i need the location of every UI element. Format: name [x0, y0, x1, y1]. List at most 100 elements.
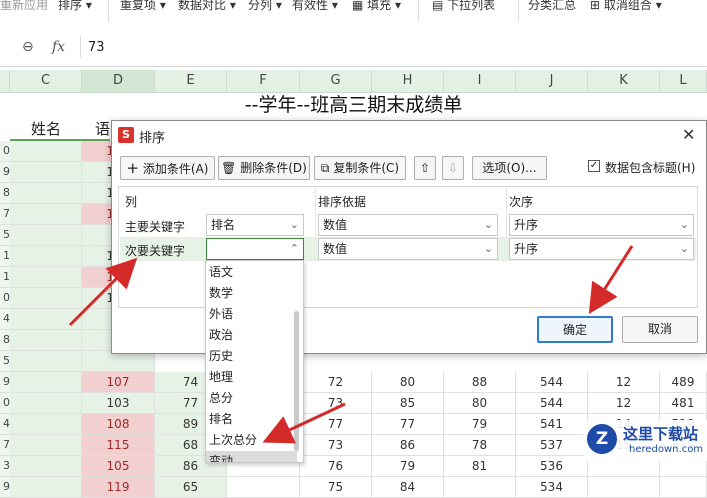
- row-number[interactable]: 4: [0, 414, 10, 435]
- name-cell[interactable]: [10, 204, 82, 225]
- score-cell[interactable]: 536: [516, 456, 588, 477]
- dropdown-option[interactable]: 外语: [206, 304, 297, 325]
- chinese-score-cell[interactable]: [82, 351, 155, 372]
- score-cell[interactable]: 115: [82, 435, 155, 456]
- column-header-j[interactable]: J: [516, 70, 588, 92]
- name-cell[interactable]: [10, 351, 82, 372]
- score-cell[interactable]: 77: [300, 414, 372, 435]
- header-chinese-cell[interactable]: 语: [82, 119, 110, 141]
- name-cell[interactable]: [10, 288, 82, 309]
- row-number[interactable]: 7: [0, 435, 10, 456]
- name-cell[interactable]: [10, 162, 82, 183]
- score-cell[interactable]: 103: [82, 393, 155, 414]
- score-cell[interactable]: 86: [372, 435, 444, 456]
- primary-basis-select[interactable]: 数值 ⌄: [318, 214, 498, 236]
- secondary-order-select[interactable]: 升序 ⌄: [509, 238, 694, 260]
- delete-condition-button[interactable]: 🗑 删除条件(D): [218, 156, 310, 180]
- column-header-partial[interactable]: [0, 70, 10, 92]
- fill-button[interactable]: ▦ 填充 ▾: [352, 0, 401, 13]
- row-number[interactable]: 1: [0, 267, 10, 288]
- add-condition-button[interactable]: + 添加条件(A): [120, 156, 215, 180]
- score-cell[interactable]: 80: [372, 372, 444, 393]
- name-cell[interactable]: [10, 435, 82, 456]
- row-number[interactable]: 9: [0, 162, 10, 183]
- column-header-l[interactable]: L: [660, 70, 707, 92]
- score-cell[interactable]: [444, 477, 516, 498]
- column-header-c[interactable]: C: [10, 70, 82, 92]
- name-cell[interactable]: [10, 456, 82, 477]
- secondary-key-select[interactable]: ⌃: [206, 238, 304, 260]
- name-cell[interactable]: [10, 246, 82, 267]
- row-number[interactable]: 4: [0, 309, 10, 330]
- score-cell[interactable]: 12: [588, 393, 660, 414]
- score-cell[interactable]: 79: [444, 414, 516, 435]
- name-cell[interactable]: [10, 414, 82, 435]
- column-header-k[interactable]: K: [588, 70, 660, 92]
- dropdown-option[interactable]: 总分: [206, 388, 297, 409]
- dropdown-list-button[interactable]: ▤ 下拉列表: [432, 0, 495, 13]
- score-cell[interactable]: 107: [82, 372, 155, 393]
- cancel-button[interactable]: 取消: [622, 316, 698, 343]
- score-cell[interactable]: 119: [82, 477, 155, 498]
- duplicates-button[interactable]: 重复项 ▾: [120, 0, 166, 13]
- dropdown-option[interactable]: 数学: [206, 283, 297, 304]
- row-number[interactable]: 7: [0, 204, 10, 225]
- score-cell[interactable]: 80: [444, 393, 516, 414]
- score-cell[interactable]: 489: [660, 372, 707, 393]
- data-compare-button[interactable]: 数据对比 ▾: [178, 0, 236, 13]
- options-button[interactable]: 选项(O)...: [472, 156, 547, 180]
- row-number[interactable]: 0: [0, 141, 10, 162]
- row-number[interactable]: 5: [0, 351, 10, 372]
- row-number[interactable]: 0: [0, 393, 10, 414]
- primary-key-select[interactable]: 排名 ⌄: [206, 214, 304, 236]
- row-number[interactable]: 5: [0, 225, 10, 246]
- name-cell[interactable]: [10, 372, 82, 393]
- score-cell[interactable]: 105: [82, 456, 155, 477]
- ok-button[interactable]: 确定: [537, 316, 613, 343]
- score-cell[interactable]: 81: [444, 456, 516, 477]
- subtotal-button[interactable]: 分类汇总: [528, 0, 576, 13]
- dropdown-option[interactable]: 地理: [206, 367, 297, 388]
- name-cell[interactable]: [10, 393, 82, 414]
- column-header-d[interactable]: D: [82, 70, 155, 92]
- score-cell[interactable]: 12: [588, 372, 660, 393]
- score-cell[interactable]: 481: [660, 393, 707, 414]
- score-cell[interactable]: 78: [444, 435, 516, 456]
- copy-condition-button[interactable]: ⧉ 复制条件(C): [314, 156, 406, 180]
- column-header-e[interactable]: E: [155, 70, 227, 92]
- score-cell[interactable]: 73: [300, 435, 372, 456]
- row-number[interactable]: 1: [0, 246, 10, 267]
- split-columns-button[interactable]: 分列 ▾: [248, 0, 282, 13]
- score-cell[interactable]: 85: [372, 393, 444, 414]
- score-cell[interactable]: 544: [516, 372, 588, 393]
- score-cell[interactable]: 108: [82, 414, 155, 435]
- dropdown-option[interactable]: 变动: [206, 451, 297, 462]
- dropdown-option[interactable]: 排名: [206, 409, 297, 430]
- sort-button[interactable]: 排序 ▾: [58, 0, 92, 13]
- name-cell[interactable]: [10, 267, 82, 288]
- score-cell[interactable]: 79: [372, 456, 444, 477]
- move-down-button[interactable]: ⇩: [442, 156, 464, 180]
- reapply-button[interactable]: 重新应用: [0, 0, 48, 13]
- name-cell[interactable]: [10, 183, 82, 204]
- row-number[interactable]: 8: [0, 183, 10, 204]
- secondary-basis-select[interactable]: 数值 ⌄: [318, 238, 498, 260]
- validation-button[interactable]: 有效性 ▾: [292, 0, 338, 13]
- score-cell[interactable]: [227, 477, 300, 498]
- score-cell[interactable]: 544: [516, 393, 588, 414]
- row-number[interactable]: 3: [0, 456, 10, 477]
- score-cell[interactable]: 84: [372, 477, 444, 498]
- score-cell[interactable]: 88: [444, 372, 516, 393]
- sheet-title[interactable]: --学年--班高三期末成绩单: [0, 93, 707, 117]
- dropdown-option[interactable]: 语文: [206, 262, 297, 283]
- formula-input[interactable]: 73: [88, 40, 105, 55]
- name-cell[interactable]: [10, 330, 82, 351]
- column-header-h[interactable]: H: [372, 70, 444, 92]
- fx-icon[interactable]: fx: [52, 39, 65, 55]
- move-up-button[interactable]: ⇧: [414, 156, 436, 180]
- name-cell[interactable]: [10, 477, 82, 498]
- zoom-icon[interactable]: ⊖: [22, 39, 34, 55]
- dropdown-option[interactable]: 上次总分: [206, 430, 297, 451]
- score-cell[interactable]: 534: [516, 477, 588, 498]
- ungroup-button[interactable]: ⊞ 取消组合 ▾: [590, 0, 662, 13]
